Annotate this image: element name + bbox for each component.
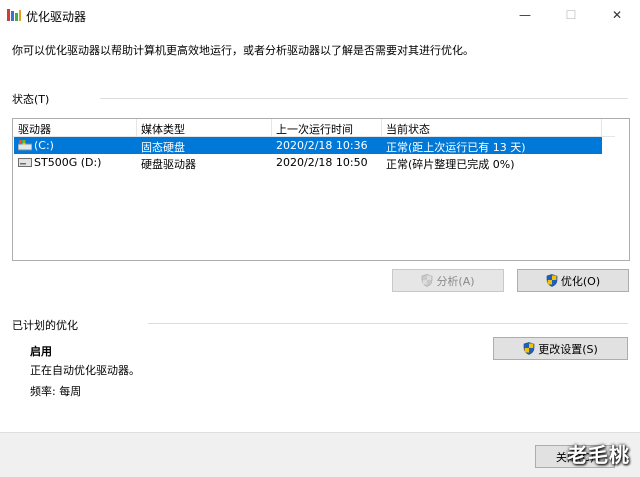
uac-shield-icon bbox=[523, 342, 535, 355]
drive-row-d[interactable]: ST500G (D:) 硬盘驱动器 2020/2/18 10:50 正常(碎片整… bbox=[14, 154, 602, 171]
schedule-description: 正在自动优化驱动器。 bbox=[30, 364, 140, 377]
dialog-footer: 关闭(C) 老毛桃 bbox=[0, 432, 640, 477]
drive-last-run: 2020/2/18 10:50 bbox=[276, 156, 368, 169]
drive-media-type: 硬盘驱动器 bbox=[141, 158, 196, 171]
uac-shield-icon bbox=[546, 274, 558, 287]
watermark-text: 老毛桃 bbox=[567, 443, 630, 467]
analyze-label: 分析(A) bbox=[436, 274, 475, 288]
status-separator bbox=[100, 98, 628, 99]
schedule-state: 启用 bbox=[30, 345, 52, 358]
uac-shield-icon bbox=[422, 274, 433, 287]
analyze-button[interactable]: 分析(A) bbox=[392, 269, 504, 292]
column-header-drive[interactable]: 驱动器 bbox=[18, 121, 51, 137]
description-text: 你可以优化驱动器以帮助计算机更高效地运行，或者分析驱动器以了解是否需要对其进行优… bbox=[12, 44, 474, 57]
schedule-frequency: 频率: 每周 bbox=[30, 385, 82, 398]
change-settings-label: 更改设置(S) bbox=[538, 342, 598, 356]
maximize-button[interactable]: ☐ bbox=[548, 0, 594, 30]
defrag-app-icon bbox=[7, 9, 21, 21]
drive-status: 正常(碎片整理已完成 0%) bbox=[386, 158, 515, 171]
title-bar: 优化驱动器 — ☐ ✕ bbox=[0, 0, 640, 30]
close-icon: ✕ bbox=[611, 8, 623, 22]
column-header-status[interactable]: 当前状态 bbox=[386, 121, 430, 137]
minimize-icon: — bbox=[519, 8, 531, 22]
window-title: 优化驱动器 bbox=[26, 10, 87, 24]
drive-last-run: 2020/2/18 10:36 bbox=[276, 139, 368, 152]
optimize-label: 优化(O) bbox=[560, 274, 601, 288]
drive-status: 正常(距上次运行已有 13 天) bbox=[386, 141, 526, 154]
drive-media-type: 固态硬盘 bbox=[141, 141, 185, 154]
column-divider bbox=[601, 119, 602, 136]
minimize-button[interactable]: — bbox=[502, 0, 548, 30]
drive-list[interactable]: 驱动器 媒体类型 上一次运行时间 当前状态 (C:) 固态硬盘 2020/2/1… bbox=[12, 118, 630, 261]
optimize-button[interactable]: 优化(O) bbox=[517, 269, 629, 292]
drive-row-c[interactable]: (C:) 固态硬盘 2020/2/18 10:36 正常(距上次运行已有 13 … bbox=[14, 137, 602, 154]
system-drive-icon bbox=[18, 140, 32, 151]
schedule-separator bbox=[148, 323, 628, 324]
drive-name: (C:) bbox=[34, 139, 54, 152]
maximize-icon: ☐ bbox=[565, 8, 577, 22]
column-divider bbox=[381, 119, 382, 136]
hard-drive-icon bbox=[18, 158, 32, 167]
column-header-last-run[interactable]: 上一次运行时间 bbox=[276, 121, 353, 137]
column-divider bbox=[271, 119, 272, 136]
status-label: 状态(T) bbox=[12, 93, 50, 106]
scheduled-optimization-label: 已计划的优化 bbox=[12, 319, 78, 332]
drive-list-header: 驱动器 媒体类型 上一次运行时间 当前状态 bbox=[13, 119, 629, 137]
column-header-media[interactable]: 媒体类型 bbox=[141, 121, 185, 137]
close-window-button[interactable]: ✕ bbox=[594, 0, 640, 30]
drive-list-scrollbar[interactable] bbox=[615, 119, 629, 260]
change-settings-button[interactable]: 更改设置(S) bbox=[493, 337, 628, 360]
column-divider bbox=[136, 119, 137, 136]
drive-name: ST500G (D:) bbox=[34, 156, 102, 169]
